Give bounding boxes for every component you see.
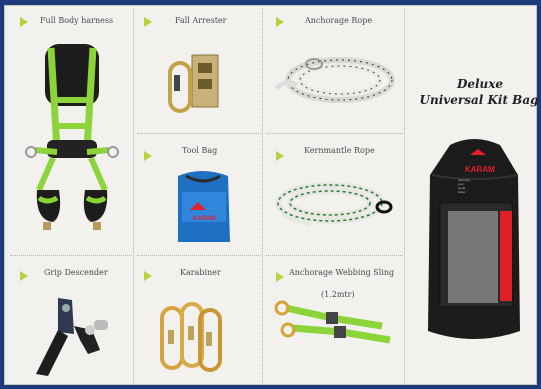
bullet-triangle-icon — [276, 272, 284, 282]
product-title: Fall Arrester — [175, 16, 227, 25]
kit-bag-brand: KARAM — [465, 165, 495, 174]
tool-bag-brand: KARAM — [193, 216, 215, 222]
product-title: Anchorage Rope — [305, 16, 373, 25]
product-title: Tool Bag — [182, 146, 218, 155]
webbing-sling-image — [274, 300, 391, 344]
kernmantle-rope-image — [275, 182, 393, 227]
bullet-triangle-icon — [144, 151, 152, 161]
bullet-triangle-icon — [20, 271, 28, 281]
product-title: Karabiner — [180, 268, 221, 277]
grip-descender-image — [36, 298, 108, 376]
row-divider — [137, 255, 261, 256]
anchorage-rope-image — [274, 57, 395, 103]
karabiner-image — [160, 302, 222, 372]
product-title: Full Body harness — [40, 16, 114, 25]
harness-image — [25, 44, 119, 230]
product-subtitle: (1.2mtr) — [321, 290, 355, 299]
bullet-triangle-icon — [276, 17, 284, 27]
bullet-triangle-icon — [144, 271, 152, 281]
kit-bag-title-line1: Deluxe — [456, 77, 504, 91]
bullet-triangle-icon — [20, 17, 28, 27]
product-title: Anchorage Webbing Sling — [289, 268, 395, 277]
bullet-triangle-icon — [144, 17, 152, 27]
row-divider — [137, 133, 261, 134]
column-divider — [262, 8, 263, 383]
row-divider — [266, 133, 403, 134]
column-divider — [133, 8, 134, 383]
tool-bag-image: KARAM — [178, 171, 230, 242]
bullet-triangle-icon — [276, 151, 284, 161]
row-divider — [10, 255, 132, 256]
kit-bag-tagline: Securing your world better — [458, 178, 470, 194]
row-divider — [266, 255, 403, 256]
kit-bag-title-line2: Universal Kit Bag — [419, 93, 539, 107]
column-divider — [404, 8, 405, 383]
fall-arrester-image — [168, 54, 219, 113]
product-title: Kernmantle Rope — [304, 146, 375, 155]
product-title: Grip Descender — [44, 268, 108, 277]
